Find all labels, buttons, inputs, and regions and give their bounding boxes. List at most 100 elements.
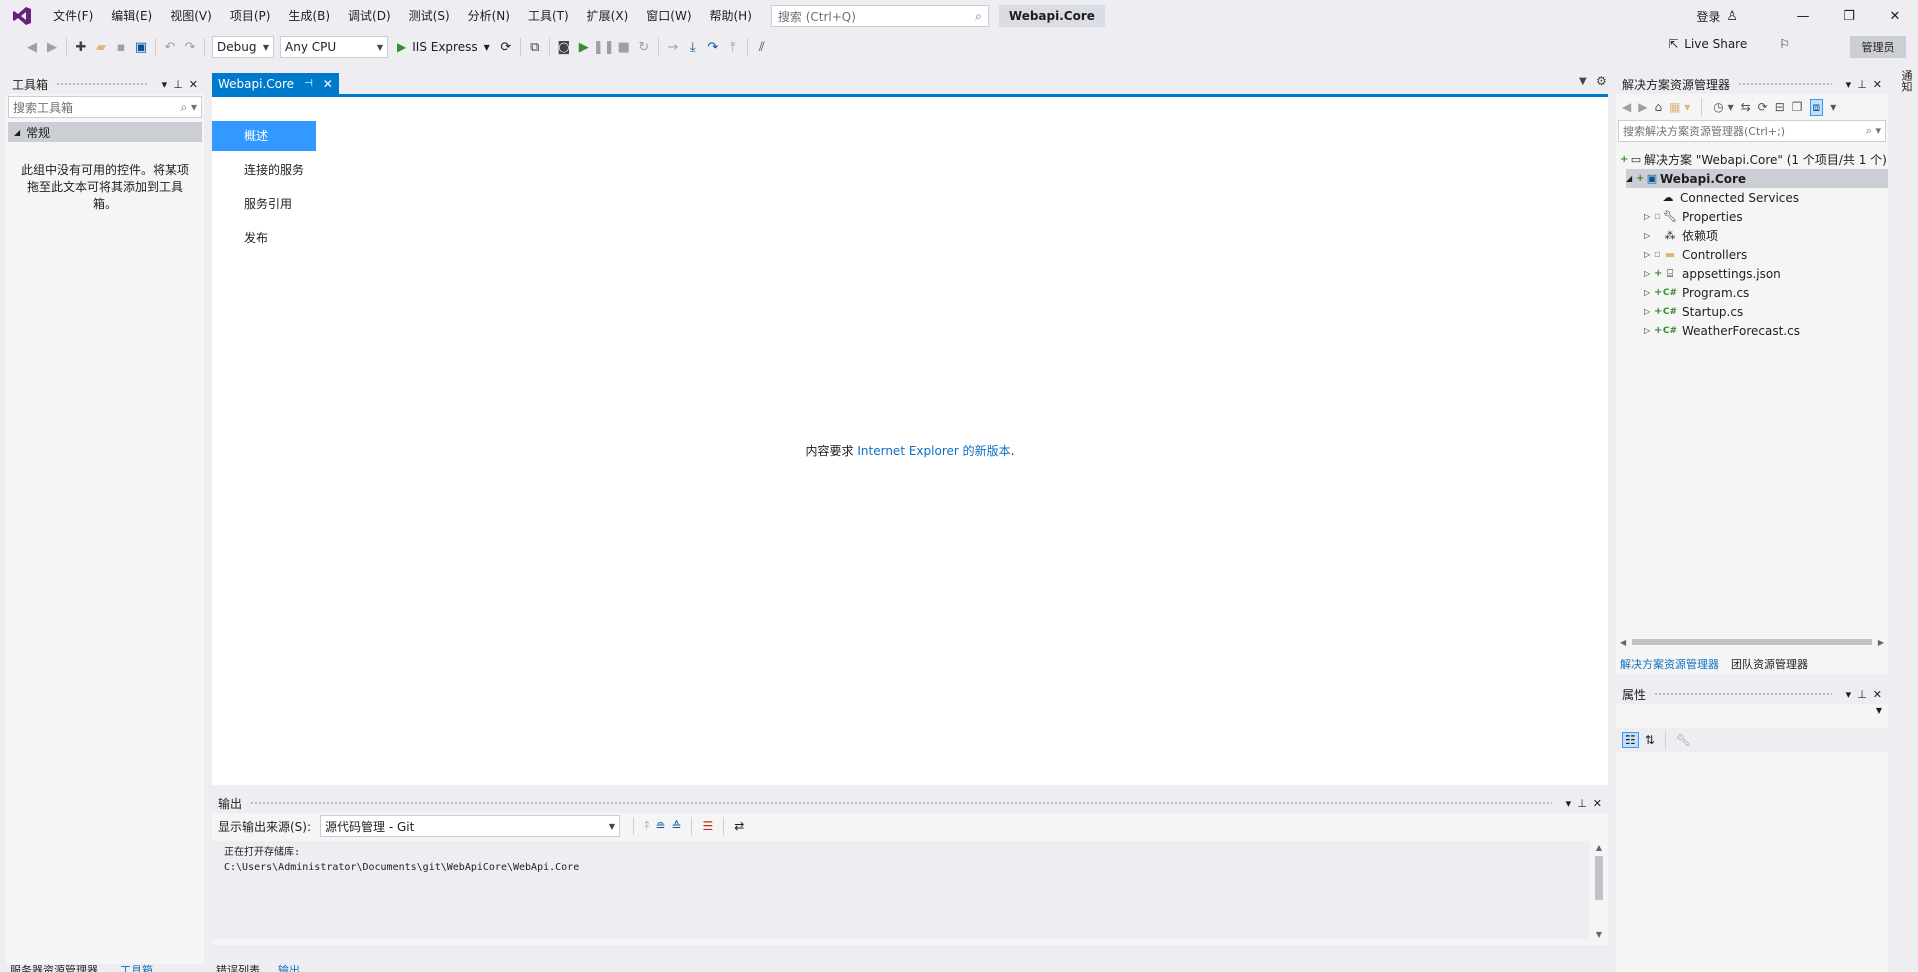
tab-webapi-core[interactable]: Webapi.Core ⊣ ✕ [212,73,339,94]
minimize-button[interactable]: — [1780,0,1826,32]
tab-output[interactable]: 输出 [278,962,300,972]
output-text-area[interactable]: 正在打开存储库: C:\Users\Administrator\Document… [212,841,1590,939]
chevron-down-icon[interactable]: ▾ [1830,100,1836,114]
navigate-back-icon[interactable]: ◀ [22,37,42,57]
step-into-icon[interactable]: ⤓ [683,37,703,57]
switch-views-icon[interactable]: ▦ ▾ [1669,100,1690,114]
save-icon[interactable]: ▪ [111,37,131,57]
tree-item-properties[interactable]: ▷ ▫ 🔧︎ Properties [1644,207,1743,226]
ie-link[interactable]: Internet Explorer 的新版本 [857,444,1010,458]
close-icon[interactable]: ✕ [189,78,198,91]
close-icon[interactable]: ✕ [1873,688,1882,701]
signin-link[interactable]: 登录 [1696,8,1720,25]
menu-item-7[interactable]: 分析(N) [459,0,519,32]
close-icon[interactable]: ✕ [323,77,333,91]
show-all-files-icon[interactable]: ❐ [1792,100,1803,114]
scroll-thumb[interactable] [1632,639,1872,645]
tree-project-node[interactable]: ◢ + ▣ Webapi.Core [1626,169,1888,188]
forward-icon[interactable]: ▶ [1638,100,1647,114]
previous-message-icon[interactable]: ≘ [655,819,665,833]
close-icon[interactable]: ✕ [1873,78,1882,91]
tab-server-explorer[interactable]: 服务器资源管理器 [10,962,98,972]
navigate-forward-icon[interactable]: ▶ [42,37,62,57]
tree-solution-node[interactable]: + ▭ 解决方案 "Webapi.Core" (1 个项目/共 1 个) [1620,150,1888,169]
pending-changes-icon[interactable]: ◷ ▾ [1713,100,1733,114]
screenshot-icon[interactable]: ◙ [554,37,574,57]
output-source-select[interactable]: 源代码管理 - Git ▼ [320,815,621,837]
close-icon[interactable]: ✕ [1593,797,1602,810]
search-input[interactable]: 搜索 (Ctrl+Q) ⌕ [770,5,989,27]
next-message-icon[interactable]: ≙ [671,819,681,833]
pin-icon[interactable]: ⊥ [173,78,183,91]
drag-handle[interactable] [250,800,1552,806]
toolbox-group-general[interactable]: ◢ 常规 [8,122,202,142]
restart-icon[interactable]: ↻ [634,37,654,57]
back-icon[interactable]: ◀ [1622,100,1631,114]
refresh-icon[interactable]: ⟳ [1758,100,1768,114]
drag-handle[interactable] [1738,81,1832,87]
menu-item-0[interactable]: 文件(F) [44,0,102,32]
redo-icon[interactable]: ↷ [180,37,200,57]
drag-handle[interactable] [56,81,148,87]
tree-item-dependencies[interactable]: ▷ ⁂ 依赖项 [1644,226,1718,245]
notifications-side-tab[interactable]: 通知 [1896,70,1914,100]
drag-handle[interactable] [1654,691,1832,697]
clear-all-icon[interactable]: ☰ [702,819,713,833]
gear-icon[interactable]: ⚙ [1596,74,1607,88]
chevron-down-icon[interactable]: ▼ [1579,76,1587,87]
menu-item-1[interactable]: 编辑(E) [102,0,161,32]
start-without-debugging-icon[interactable]: ▶ [574,37,594,57]
step-over-icon[interactable]: ↷ [703,37,723,57]
toolbox-search-input[interactable]: 搜索工具箱 ⌕ ▾ [8,96,202,118]
dropdown-icon[interactable]: ▾ [1846,688,1852,701]
close-window-button[interactable]: ✕ [1872,0,1918,32]
tab-error-list[interactable]: 错误列表 [216,962,260,972]
comment-icon[interactable]: ⫽ [752,37,772,57]
nav-connected-services[interactable]: 连接的服务 [212,155,316,185]
save-all-icon[interactable]: ▣ [131,37,151,57]
stop-icon[interactable]: ■ [614,37,634,57]
nav-service-references[interactable]: 服务引用 [212,189,316,219]
alphabetical-icon[interactable]: ⇅ [1645,733,1655,747]
scroll-right-icon[interactable]: ▶ [1878,638,1884,647]
menu-item-8[interactable]: 工具(T) [519,0,578,32]
menu-item-11[interactable]: 帮助(H) [701,0,761,32]
home-icon[interactable]: ⌂ [1654,100,1662,114]
nav-overview[interactable]: 概述 [212,121,316,151]
account-icon[interactable]: ♙ [1726,9,1738,24]
output-scrollbar[interactable]: ▲ ▼ [1590,841,1608,939]
refresh-icon[interactable]: ⟳ [496,37,516,57]
tree-item-program[interactable]: ▷ + C# Program.cs [1644,283,1749,302]
new-project-icon[interactable]: ✚ [71,37,91,57]
solution-explorer-hscrollbar[interactable]: ◀ ▶ [1620,636,1884,648]
feedback-icon[interactable]: ⚐ [1779,37,1790,51]
live-share-button[interactable]: ⇱ Live Share ⚐ [1668,37,1790,51]
property-pages-icon[interactable]: 🔧︎ [1676,733,1691,747]
nav-publish[interactable]: 发布 [212,223,316,253]
menu-item-2[interactable]: 视图(V) [161,0,221,32]
preview-icon[interactable]: ⧈ [1809,98,1824,116]
browser-link-icon[interactable]: ⧉ [525,37,545,57]
tree-item-connected-services[interactable]: ☁ Connected Services [1660,188,1800,207]
undo-icon[interactable]: ↶ [160,37,180,57]
find-message-icon[interactable]: ⤉ [644,819,649,834]
menu-item-10[interactable]: 窗口(W) [637,0,700,32]
dropdown-icon[interactable]: ▾ [1846,78,1852,91]
solution-explorer-search-input[interactable]: 搜索解决方案资源管理器(Ctrl+;) ⌕ ▾ [1618,120,1886,142]
dropdown-icon[interactable]: ▾ [162,78,168,91]
pin-icon[interactable]: ⊣ [304,78,313,89]
solution-configuration-select[interactable]: Debug ▼ [212,36,274,58]
pin-icon[interactable]: ⊥ [1857,78,1867,91]
menu-item-3[interactable]: 项目(P) [221,0,280,32]
run-button[interactable]: ▶ IIS Express ▼ [391,36,496,58]
tab-team-explorer[interactable]: 团队资源管理器 [1731,656,1808,672]
menu-item-6[interactable]: 测试(S) [400,0,459,32]
step-out-icon[interactable]: ⤒ [723,37,743,57]
open-file-icon[interactable]: ▰ [91,37,111,57]
menu-item-9[interactable]: 扩展(X) [578,0,638,32]
scroll-down-icon[interactable]: ▼ [1590,930,1608,939]
pin-icon[interactable]: ⊥ [1857,688,1867,701]
restore-button[interactable]: ❐ [1826,0,1872,32]
tree-item-weatherforecast[interactable]: ▷ + C# WeatherForecast.cs [1644,321,1800,340]
scroll-thumb[interactable] [1595,856,1603,900]
